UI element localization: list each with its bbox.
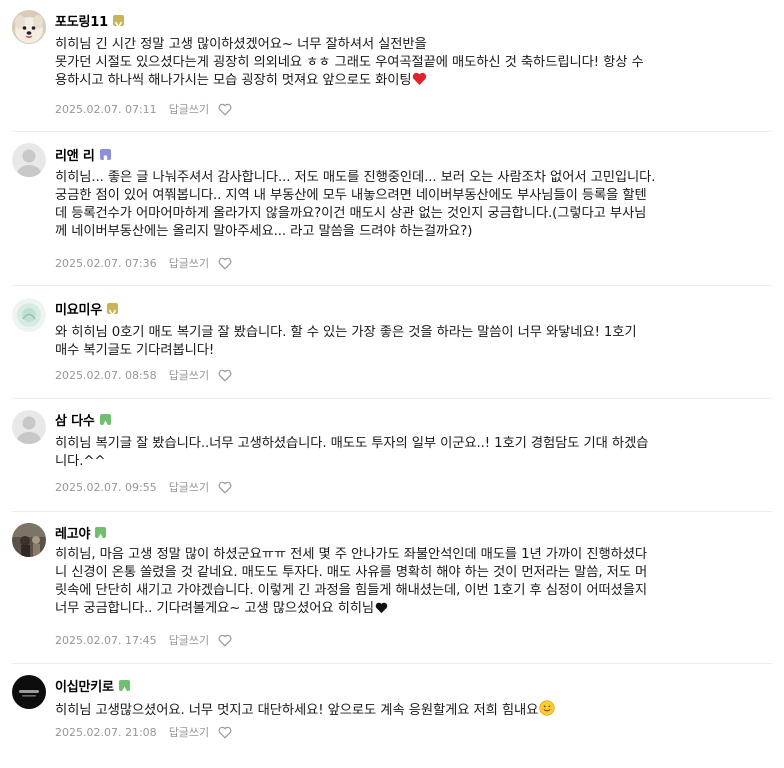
black-heart-icon <box>375 602 388 620</box>
comment-text: 와 히히님 0호기 매도 복기글 잘 봤습니다. 할 수 있는 가장 좋은 것을… <box>55 324 765 360</box>
divider <box>12 663 772 664</box>
comment-line: 매수 복기글도 기다려봅니다! <box>55 343 215 358</box>
comment-date: 2025.02.07. 17:45 <box>55 633 157 647</box>
reply-button[interactable]: 답글쓰기 <box>169 101 209 117</box>
reply-button[interactable]: 답글쓰기 <box>169 632 209 648</box>
author-name[interactable]: 레고야 <box>55 523 90 542</box>
like-heart-icon[interactable] <box>218 257 232 270</box>
comment-meta: 2025.02.07. 21:08 답글쓰기 <box>55 725 232 739</box>
dog-photo-icon <box>12 10 46 44</box>
author-name[interactable]: 미요미우 <box>55 299 102 318</box>
comment-line: 와 히히님 0호기 매도 복기글 잘 봤습니다. 할 수 있는 가장 좋은 것을… <box>55 325 637 340</box>
avatar[interactable] <box>12 298 46 332</box>
comment-line-text: 히히님 고생많으셨어요. 너무 멋지고 대단하세요! 앞으로도 계속 응원할게요… <box>55 703 539 718</box>
avatar[interactable] <box>12 143 46 177</box>
author-name[interactable]: 포도링11 <box>55 11 108 30</box>
comment-date: 2025.02.07. 21:08 <box>55 725 157 739</box>
comment-meta: 2025.02.07. 08:58 답글쓰기 <box>55 368 232 382</box>
reply-button[interactable]: 답글쓰기 <box>169 367 209 383</box>
comment-text: 히히님 복기글 잘 봤습니다..너무 고생하셨습니다. 매도도 투자의 일부 이… <box>55 435 765 471</box>
member-level-badge-icon <box>118 679 130 692</box>
member-level-badge-icon <box>112 14 124 28</box>
comment-line-text: 용하시고 하나씩 해나가시는 모습 굉장히 멋져요 앞으로도 화이팅 <box>55 73 412 88</box>
comment-meta: 2025.02.07. 09:55 답글쓰기 <box>55 480 232 494</box>
default-profile-icon <box>12 410 46 444</box>
comment-line: 너무 궁금합니다.. 기다려볼게요~ 고생 많으셨어요 히히님 <box>55 600 765 620</box>
comment-date: 2025.02.07. 08:58 <box>55 368 157 382</box>
comment-meta: 2025.02.07. 07:36 답글쓰기 <box>55 256 232 270</box>
mint-profile-icon <box>12 298 46 332</box>
like-heart-icon[interactable] <box>218 369 232 382</box>
like-heart-icon[interactable] <box>218 481 232 494</box>
author-line: 리앤 리 <box>55 145 111 164</box>
reply-button[interactable]: 답글쓰기 <box>169 479 209 495</box>
comment-line: 히히님... 좋은 글 나눠주셔서 감사합니다... 저도 매도를 진행중인데.… <box>55 170 656 185</box>
divider <box>12 131 772 132</box>
like-heart-icon[interactable] <box>218 726 232 739</box>
comment-text: 히히님 긴 시간 정말 고생 많이하셨겠어요~ 너무 잘하셔서 실전반을 못가던… <box>55 36 765 92</box>
comment-line: 릿속에 단단히 새기고 가야겠습니다. 이렇게 긴 과정을 힘들게 해내셨는데,… <box>55 583 647 598</box>
default-profile-icon <box>12 143 46 177</box>
comment-text: 히히님, 마음 고생 정말 많이 하셨군요ㅠㅠ 전세 몇 주 안나가도 좌불안석… <box>55 546 765 620</box>
member-level-badge-icon <box>99 148 111 161</box>
comment-date: 2025.02.07. 09:55 <box>55 480 157 494</box>
comment-line: 궁금한 점이 있어 여쭤봅니다.. 지역 내 부동산에 모두 내놓으려면 네이버… <box>55 188 647 203</box>
author-line: 이십만키로 <box>55 676 130 695</box>
comment-date: 2025.02.07. 07:11 <box>55 102 157 116</box>
avatar[interactable] <box>12 410 46 444</box>
comment-line: 니다.^^ <box>55 454 106 469</box>
avatar[interactable] <box>12 10 46 44</box>
member-level-badge-icon <box>99 413 111 426</box>
author-name[interactable]: 이십만키로 <box>55 676 114 695</box>
author-line: 포도링11 <box>55 11 124 30</box>
avatar[interactable] <box>12 675 46 709</box>
comment-line: 니 신경이 온통 쏠렸을 것 같네요. 매도도 투자다. 매도 사유를 명확히 … <box>55 565 648 580</box>
like-heart-icon[interactable] <box>218 103 232 116</box>
comment-text: 히히님... 좋은 글 나눠주셔서 감사합니다... 저도 매도를 진행중인데.… <box>55 169 765 241</box>
reply-button[interactable]: 답글쓰기 <box>169 724 209 740</box>
comment-meta: 2025.02.07. 07:11 답글쓰기 <box>55 102 232 116</box>
comment-line: 용하시고 하나씩 해나가시는 모습 굉장히 멋져요 앞으로도 화이팅 <box>55 72 765 92</box>
divider <box>12 511 772 512</box>
comment-meta: 2025.02.07. 17:45 답글쓰기 <box>55 633 232 647</box>
dark-photo-icon <box>12 523 46 557</box>
divider <box>12 285 772 286</box>
member-level-badge-icon <box>107 302 119 316</box>
comment-line-text: 너무 궁금합니다.. 기다려볼게요~ 고생 많으셨어요 히히님 <box>55 601 374 616</box>
author-name[interactable]: 리앤 리 <box>55 145 95 164</box>
smile-face-icon <box>539 700 555 722</box>
reply-button[interactable]: 답글쓰기 <box>169 255 209 271</box>
comment-line: 히히님, 마음 고생 정말 많이 하셨군요ㅠㅠ 전세 몇 주 안나가도 좌불안석… <box>55 547 647 562</box>
comment-text: 히히님 고생많으셨어요. 너무 멋지고 대단하세요! 앞으로도 계속 응원할게요… <box>55 700 765 722</box>
like-heart-icon[interactable] <box>218 634 232 647</box>
comment-line: 히히님 고생많으셨어요. 너무 멋지고 대단하세요! 앞으로도 계속 응원할게요… <box>55 700 765 722</box>
comment-line: 히히님 긴 시간 정말 고생 많이하셨겠어요~ 너무 잘하셔서 실전반을 <box>55 37 427 52</box>
black-logo-icon <box>12 675 46 709</box>
member-level-badge-icon <box>95 526 107 539</box>
comment-line: 데 등록건수가 어마어마하게 올라가지 않을까요?이건 매도시 상관 없는 것인… <box>55 206 647 221</box>
divider <box>12 398 772 399</box>
author-line: 삼 다수 <box>55 410 111 429</box>
avatar[interactable] <box>12 523 46 557</box>
author-line: 미요미우 <box>55 299 119 318</box>
comment-line: 께 네이버부동산에는 올리지 말아주세요... 라고 말씀을 드려야 하는걸까요… <box>55 224 473 239</box>
comment-date: 2025.02.07. 07:36 <box>55 256 157 270</box>
author-line: 레고야 <box>55 523 107 542</box>
comment-line: 히히님 복기글 잘 봤습니다..너무 고생하셨습니다. 매도도 투자의 일부 이… <box>55 436 649 451</box>
author-name[interactable]: 삼 다수 <box>55 410 95 429</box>
red-heart-icon <box>412 72 427 92</box>
comment-line: 못가던 시절도 있으셨다는게 굉장히 의외네요 ㅎㅎ 그래도 우여곡절끝에 매도… <box>55 55 644 70</box>
